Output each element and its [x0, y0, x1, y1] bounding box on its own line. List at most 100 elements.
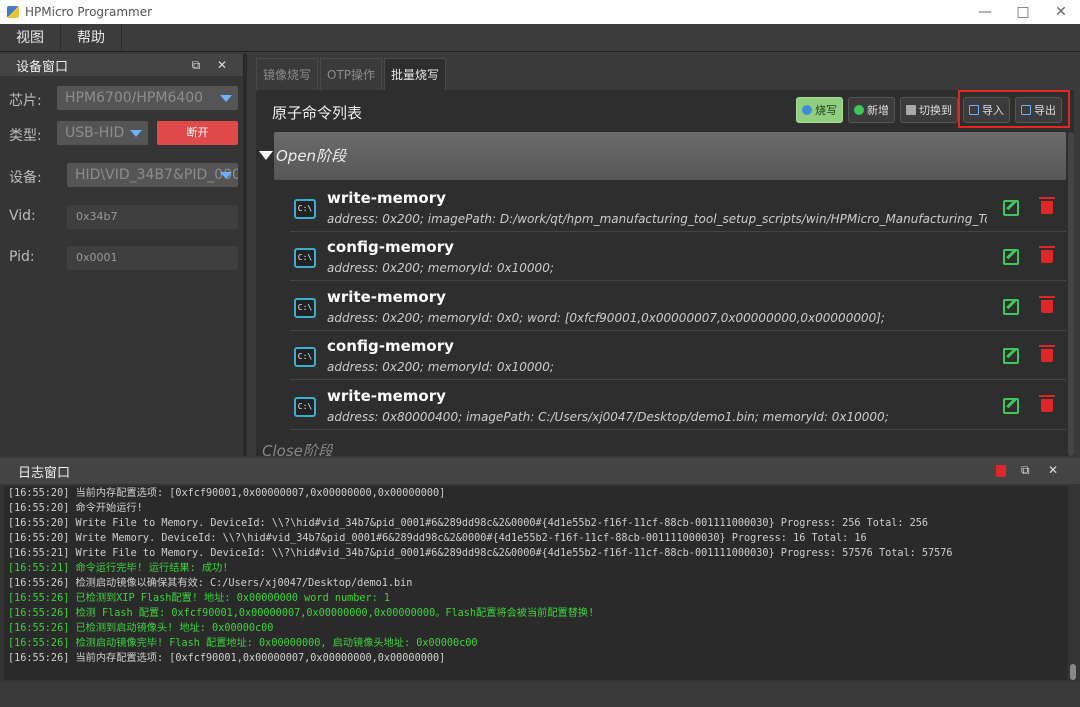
phase-close-header[interactable]: Close阶段	[262, 440, 333, 456]
terminal-icon: C:\	[294, 347, 316, 367]
add-icon	[854, 105, 864, 115]
chip-label: 芯片:	[9, 93, 42, 109]
chevron-down-icon	[220, 95, 232, 102]
menu-view[interactable]: 视图	[0, 24, 61, 51]
close-panel-icon[interactable]: ✕	[214, 57, 230, 73]
log-line: [16:55:26] 检测启动镜像完毕! Flash 配置地址: 0x00000…	[8, 638, 478, 649]
maximize-button[interactable]: □	[1004, 0, 1042, 24]
device-select[interactable]: HID\VID_34B7&PID_0001	[67, 163, 238, 187]
edit-icon[interactable]	[1003, 249, 1019, 265]
log-line: [16:55:21] 命令运行完毕! 运行结果: 成功!	[8, 563, 229, 574]
terminal-icon: C:\	[294, 298, 316, 318]
edit-icon[interactable]	[1003, 200, 1019, 216]
disconnect-button[interactable]: 断开	[157, 121, 238, 145]
terminal-icon: C:\	[294, 397, 316, 417]
log-line: [16:55:26] 已检测到XIP Flash配置! 地址: 0x000000…	[8, 593, 391, 604]
log-scrollbar[interactable]	[1070, 664, 1076, 680]
command-item[interactable]: C:\ config-memory address: 0x200; memory…	[290, 233, 1066, 281]
command-desc: address: 0x200; memoryId: 0x10000;	[327, 360, 554, 374]
command-item[interactable]: C:\ write-memory address: 0x200; imagePa…	[290, 184, 1066, 232]
device-panel-title: 设备窗口	[16, 59, 69, 75]
command-item[interactable]: C:\ config-memory address: 0x200; memory…	[290, 332, 1066, 380]
close-window-button[interactable]: ✕	[1042, 0, 1080, 24]
log-line: [16:55:20] 命令开始运行!	[8, 503, 143, 514]
batch-content: 原子命令列表 烧写 新增 切换到 导入 导出 Open阶段 C:\ write-…	[256, 90, 1074, 456]
type-label: 类型:	[9, 128, 42, 144]
minimize-button[interactable]: —	[966, 0, 1004, 24]
device-label: 设备:	[9, 170, 42, 186]
chevron-down-icon	[220, 172, 232, 179]
type-select-value: USB-HID	[65, 125, 125, 141]
chip-select-value: HPM6700/HPM6400	[65, 90, 204, 106]
edit-icon[interactable]	[1003, 348, 1019, 364]
float-panel-icon[interactable]: ⧉	[1021, 463, 1030, 478]
log-panel-title: 日志窗口	[18, 465, 71, 481]
command-item[interactable]: C:\ write-memory address: 0x200; memoryI…	[290, 283, 1066, 331]
delete-icon[interactable]	[1039, 246, 1055, 263]
command-desc: address: 0x200; memoryId: 0x10000;	[327, 261, 554, 275]
log-line: [16:55:20] 当前内存配置选项: [0xfcf90001,0x00000…	[8, 488, 446, 499]
app-logo-icon	[7, 6, 19, 18]
delete-icon[interactable]	[1039, 395, 1055, 412]
burn-button[interactable]: 烧写	[796, 97, 843, 123]
command-list-title: 原子命令列表	[272, 104, 363, 122]
float-panel-icon[interactable]: ⧉	[188, 57, 204, 73]
chip-select[interactable]: HPM6700/HPM6400	[57, 86, 238, 110]
device-panel-header: 设备窗口 ⧉ ✕	[0, 54, 243, 76]
command-name: config-memory	[327, 337, 454, 355]
log-line: [16:55:26] 当前内存配置选项: [0xfcf90001,0x00000…	[8, 653, 446, 664]
tab-batch-burn[interactable]: 批量烧写	[384, 58, 447, 90]
log-line: [16:55:26] 检测启动镜像以确保其有效: C:/Users/xj0047…	[8, 578, 413, 589]
log-output[interactable]: [16:55:20] 当前内存配置选项: [0xfcf90001,0x00000…	[4, 486, 1068, 680]
log-line: [16:55:26] 已检测到启动镜像头! 地址: 0x00000c00	[8, 623, 274, 634]
command-desc: address: 0x80000400; imagePath: C:/Users…	[327, 410, 889, 424]
add-button[interactable]: 新增	[848, 97, 895, 123]
window-title: HPMicro Programmer	[25, 5, 153, 19]
edit-icon[interactable]	[1003, 398, 1019, 414]
command-name: write-memory	[327, 189, 446, 207]
log-line: [16:55:20] Write File to Memory. DeviceI…	[8, 518, 929, 529]
tab-bar: 镜像烧写 OTP操作 批量烧写	[256, 58, 448, 90]
vid-label: Vid:	[9, 208, 36, 224]
add-button-label: 新增	[867, 104, 889, 117]
device-panel: 设备窗口 ⧉ ✕ 芯片: HPM6700/HPM6400 类型: USB-HID…	[0, 54, 247, 456]
chevron-down-icon	[130, 130, 142, 137]
menu-help[interactable]: 帮助	[61, 24, 122, 51]
type-select[interactable]: USB-HID	[57, 121, 148, 145]
log-panel-header: 日志窗口 ⧉ ✕	[0, 458, 1080, 484]
phase-open-header[interactable]: Open阶段	[259, 132, 1066, 180]
command-desc: address: 0x200; imagePath: D:/work/qt/hp…	[327, 212, 987, 226]
document-icon	[906, 105, 916, 115]
terminal-icon: C:\	[294, 199, 316, 219]
close-panel-icon[interactable]: ✕	[1048, 463, 1058, 477]
log-line: [16:55:20] Write Memory. DeviceId: \\?\h…	[8, 533, 867, 544]
command-name: write-memory	[327, 387, 446, 405]
command-item[interactable]: C:\ write-memory address: 0x80000400; im…	[290, 382, 1066, 430]
terminal-icon: C:\	[294, 248, 316, 268]
tab-image-burn[interactable]: 镜像烧写	[256, 58, 319, 90]
log-panel: 日志窗口 ⧉ ✕ [16:55:20] 当前内存配置选项: [0xfcf9000…	[0, 458, 1080, 682]
play-icon	[802, 105, 812, 115]
pid-field[interactable]: 0x0001	[67, 246, 238, 270]
list-scrollbar[interactable]	[1068, 132, 1074, 456]
delete-icon[interactable]	[1039, 197, 1055, 214]
expand-arrow-icon	[259, 151, 273, 160]
pid-label: Pid:	[9, 249, 35, 265]
status-bar	[0, 684, 1080, 707]
clear-log-icon[interactable]	[996, 465, 1006, 477]
vid-field[interactable]: 0x34b7	[67, 205, 238, 229]
burn-button-label: 烧写	[815, 104, 837, 117]
highlight-box	[958, 90, 1070, 128]
log-line: [16:55:26] 检测 Flash 配置: 0xfcf90001,0x000…	[8, 608, 595, 619]
delete-icon[interactable]	[1039, 345, 1055, 362]
tab-otp[interactable]: OTP操作	[320, 58, 383, 90]
edit-icon[interactable]	[1003, 299, 1019, 315]
main-panel: 镜像烧写 OTP操作 批量烧写 原子命令列表 烧写 新增 切换到 导入 导出 O…	[254, 54, 1080, 456]
command-name: write-memory	[327, 288, 446, 306]
phase-open-label: Open阶段	[276, 147, 347, 165]
log-line: [16:55:21] Write File to Memory. DeviceI…	[8, 548, 953, 559]
switch-to-button[interactable]: 切换到	[900, 97, 958, 123]
switch-button-label: 切换到	[919, 104, 952, 117]
title-bar: HPMicro Programmer — □ ✕	[0, 0, 1080, 24]
delete-icon[interactable]	[1039, 296, 1055, 313]
